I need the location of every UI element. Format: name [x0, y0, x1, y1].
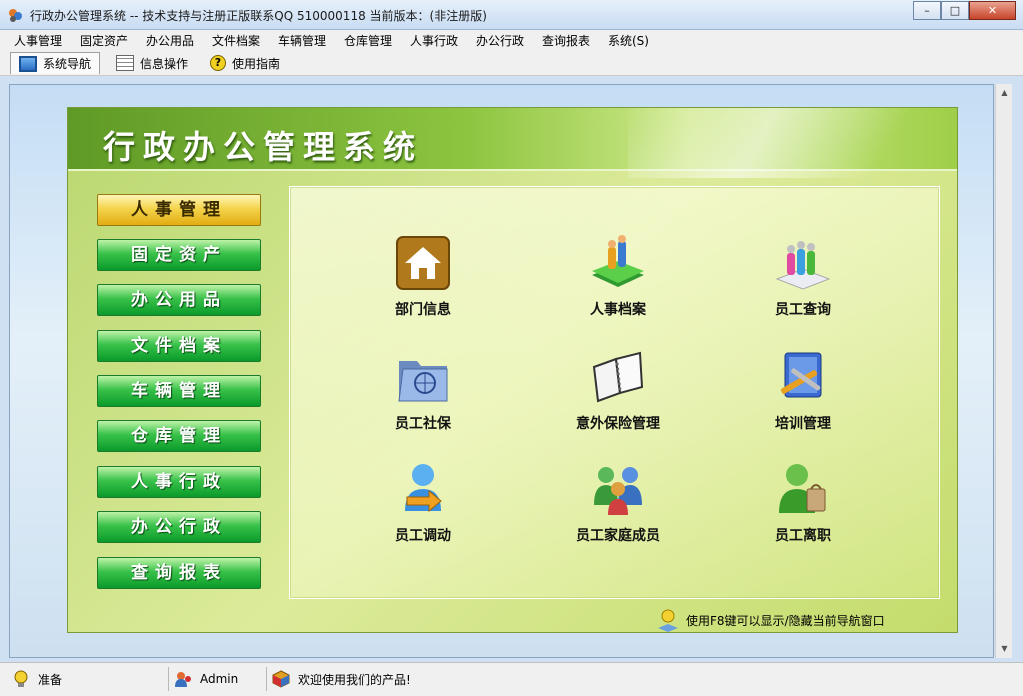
status-bar: 准备 Admin 欢迎使用我们的产品! [0, 662, 1023, 696]
product-box-icon [272, 670, 290, 688]
sidebar-item-office-admin[interactable]: 办公行政 [97, 511, 261, 543]
user-leave-icon [779, 464, 826, 513]
menu-system[interactable]: 系统(S) [608, 32, 649, 49]
tab-user-guide-label: 使用指南 [232, 56, 281, 71]
family-icon [594, 467, 642, 515]
title-bar: 行政办公管理系统 -- 技术支持与注册正版联系QQ 510000118 当前版本… [0, 0, 1023, 30]
module-label: 员工查询 [775, 302, 831, 318]
menu-supplies[interactable]: 办公用品 [146, 32, 194, 49]
ready-icon [14, 670, 28, 687]
sidebar-item-warehouse[interactable]: 仓库管理 [97, 420, 261, 452]
status-state: 准备 [12, 668, 62, 690]
module-label: 意外保险管理 [576, 416, 660, 432]
toolbar: 系统导航 信息操作 ? 使用指南 [0, 50, 1023, 76]
module-personnel-records[interactable]: 人事档案 [548, 235, 688, 325]
tab-user-guide[interactable]: ? 使用指南 [204, 52, 286, 74]
status-divider [266, 667, 267, 691]
status-user-text: Admin [200, 672, 239, 686]
status-user: Admin [174, 668, 238, 690]
user-icon [175, 672, 191, 687]
module-label: 员工调动 [395, 528, 451, 544]
sidebar-item-vehicles[interactable]: 车辆管理 [97, 375, 261, 407]
status-message-text: 欢迎使用我们的产品! [298, 672, 411, 687]
sidebar-item-reports[interactable]: 查询报表 [97, 557, 261, 589]
status-state-text: 准备 [38, 672, 63, 687]
sidebar-item-hr-admin[interactable]: 人事行政 [97, 466, 261, 498]
minimize-button[interactable]: – [913, 1, 941, 20]
module-label: 员工离职 [775, 528, 831, 544]
module-social-insurance[interactable]: 员工社保 [353, 349, 493, 439]
sidebar-item-files[interactable]: 文件档案 [97, 330, 261, 362]
tab-system-nav-label: 系统导航 [43, 57, 92, 71]
notebook-icon [592, 351, 644, 403]
scroll-up-icon[interactable]: ▲ [996, 84, 1013, 101]
menu-vehicles[interactable]: 车辆管理 [278, 32, 326, 49]
tab-info-ops[interactable]: 信息操作 [110, 52, 194, 74]
module-grid: 部门信息 人事档案 员工查询 员工社保 意外保险管理 培训管理 员工调动 员工家… [289, 186, 940, 599]
folder-globe-icon [398, 361, 448, 402]
help-icon: ? [210, 55, 226, 71]
lightbulb-user-icon [658, 609, 678, 632]
menu-reports[interactable]: 查询报表 [542, 32, 590, 49]
menu-bar: 人事管理 固定资产 办公用品 文件档案 车辆管理 仓库管理 人事行政 办公行政 … [0, 30, 1023, 50]
banner-title: 行政办公管理系统 [103, 128, 424, 166]
module-department-info[interactable]: 部门信息 [353, 235, 493, 325]
module-family-members[interactable]: 员工家庭成员 [548, 461, 688, 551]
module-employee-search[interactable]: 员工查询 [733, 235, 873, 325]
banner-glare [628, 108, 957, 178]
menu-assets[interactable]: 固定资产 [80, 32, 128, 49]
menu-hr-admin[interactable]: 人事行政 [410, 32, 458, 49]
menu-office-admin[interactable]: 办公行政 [476, 32, 524, 49]
tab-info-ops-label: 信息操作 [140, 56, 189, 71]
f8-hint-text: 使用F8键可以显示/隐藏当前导航窗口 [686, 613, 885, 628]
window-title: 行政办公管理系统 -- 技术支持与注册正版联系QQ 510000118 当前版本… [30, 9, 487, 23]
module-label: 部门信息 [395, 302, 451, 318]
f8-hint: 使用F8键可以显示/隐藏当前导航窗口 [656, 608, 885, 632]
module-resignation[interactable]: 员工离职 [733, 461, 873, 551]
scroll-down-icon[interactable]: ▼ [996, 640, 1013, 657]
home-icon [396, 236, 450, 290]
nav-window-icon [19, 55, 37, 72]
sidebar-item-hr[interactable]: 人事管理 [97, 194, 261, 226]
module-accident-insurance[interactable]: 意外保险管理 [548, 349, 688, 439]
menu-files[interactable]: 文件档案 [212, 32, 260, 49]
sidebar-item-assets[interactable]: 固定资产 [97, 239, 261, 271]
app-icon [9, 9, 22, 22]
module-training[interactable]: 培训管理 [733, 349, 873, 439]
people-search-icon [775, 241, 831, 290]
tab-system-nav[interactable]: 系统导航 [10, 52, 101, 74]
module-label: 人事档案 [590, 302, 646, 318]
book-tools-icon [780, 352, 822, 398]
menu-warehouse[interactable]: 仓库管理 [344, 32, 392, 49]
module-label: 员工社保 [395, 416, 451, 432]
maximize-button[interactable]: □ [941, 1, 969, 20]
menu-hr[interactable]: 人事管理 [14, 32, 62, 49]
staff-book-icon [592, 235, 644, 287]
module-label: 培训管理 [775, 416, 831, 432]
module-label: 员工家庭成员 [576, 528, 660, 544]
close-button[interactable]: ✕ [969, 1, 1016, 20]
status-divider [168, 667, 169, 691]
sidebar-item-supplies[interactable]: 办公用品 [97, 284, 261, 316]
vertical-scrollbar[interactable]: ▲ ▼ [995, 84, 1012, 658]
banner: 行政办公管理系统 [68, 108, 957, 178]
navigation-panel: 行政办公管理系统 人事管理 固定资产 办公用品 文件档案 车辆管理 仓库管理 人… [67, 107, 958, 633]
module-employee-transfer[interactable]: 员工调动 [353, 461, 493, 551]
status-message: 欢迎使用我们的产品! [272, 668, 411, 690]
user-transfer-icon [405, 464, 442, 513]
grid-icon [116, 55, 134, 71]
